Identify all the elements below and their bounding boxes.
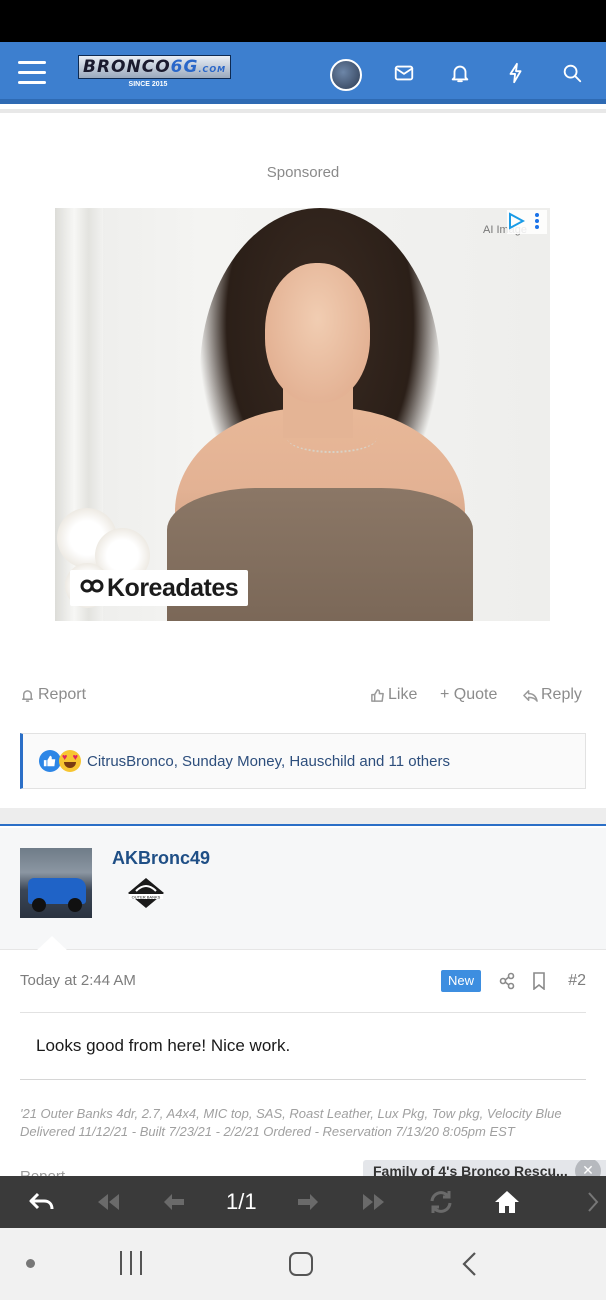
thumbs-up-icon [371,688,384,702]
adchoices-icon[interactable] [507,212,526,230]
recent-apps-icon[interactable] [118,1251,144,1275]
site-header: BRONCO6G.COM SINCE 2015 [0,42,606,104]
sponsored-label: Sponsored [266,164,340,181]
post-body: Looks good from here! Nice work. [36,1036,291,1055]
ad-necklace [287,423,377,453]
new-badge: New [441,970,481,992]
post-number[interactable]: #2 [568,972,586,990]
report-button[interactable]: Report [20,686,86,704]
love-reaction-icon [59,750,81,772]
undo-back-icon[interactable] [28,1189,56,1215]
bell-icon [22,689,33,702]
signature-line-2: Delivered 11/12/21 - Built 7/23/21 - 2/2… [20,1124,515,1139]
bell-icon[interactable] [449,62,471,84]
report-label: Report [38,686,87,703]
post-user-block: AKBronc49 OUTER BANKS [0,828,606,950]
ad-brand-name: Koreadates [107,573,239,602]
nav-dot [26,1259,35,1268]
post-signature: '21 Outer Banks 4dr, 2.7, A4x4, MIC top,… [20,1105,590,1141]
like-label: Like [388,686,418,703]
post-date[interactable]: Today at 2:44 AM [20,972,136,989]
header-shadow [0,109,606,113]
outer-banks-badge-icon: OUTER BANKS [126,876,166,910]
heart-link-icon [80,574,104,603]
reactions-bar[interactable]: CitrusBronco, Sunday Money, Hauschild an… [20,733,586,789]
ad-banner[interactable]: AI Image Koreadates [55,208,550,621]
body-divider [20,1079,586,1080]
ad-face [265,263,370,403]
logo-since: SINCE 2015 [128,81,168,88]
site-logo[interactable]: BRONCO6G.COM SINCE 2015 [78,55,232,89]
ad-brand-label: Koreadates [70,570,249,606]
home-icon[interactable] [493,1189,521,1215]
bookmark-icon[interactable] [532,972,546,991]
quote-button[interactable]: + Quote [440,686,497,704]
share-icon[interactable] [499,972,515,990]
reply-button[interactable]: Reply [523,686,582,704]
post-meta: Today at 2:44 AM New #2 [20,970,586,992]
bolt-icon[interactable] [505,62,527,84]
status-bar [0,0,606,42]
like-reaction-icon [39,750,61,772]
first-page-icon[interactable] [94,1189,122,1215]
android-nav-bar [0,1228,606,1300]
next-page-icon[interactable] [294,1189,322,1215]
user-avatar[interactable] [330,59,362,91]
page-indicator: 1/1 [226,1189,257,1214]
post-actions: Report Like + Quote Reply [20,686,586,708]
mail-icon[interactable] [393,62,415,84]
like-button[interactable]: Like [370,686,417,704]
home-button-icon[interactable] [289,1252,313,1276]
post-pointer [36,936,68,951]
post-separator [0,808,606,826]
menu-icon[interactable] [18,61,46,85]
back-icon[interactable] [460,1250,480,1278]
quote-label: + Quote [440,686,498,703]
meta-divider [20,1012,586,1013]
post-avatar[interactable] [20,848,92,918]
post-username[interactable]: AKBronc49 [112,848,210,869]
badge-text: OUTER BANKS [132,894,161,899]
reactions-text: CitrusBronco, Sunday Money, Hauschild an… [87,752,450,770]
browser-toolbar: 1/1 [0,1176,606,1228]
reply-icon [523,689,538,702]
ad-menu-icon[interactable] [532,212,542,230]
signature-line-1: '21 Outer Banks 4dr, 2.7, A4x4, MIC top,… [20,1106,562,1121]
chevron-right-icon[interactable] [586,1191,600,1213]
reply-label: Reply [541,686,582,703]
refresh-icon[interactable] [427,1189,455,1215]
search-icon[interactable] [561,62,583,84]
last-page-icon[interactable] [360,1189,388,1215]
logo-wordmark: BRONCO6G.COM [78,55,232,79]
previous-page-icon[interactable] [160,1189,188,1215]
